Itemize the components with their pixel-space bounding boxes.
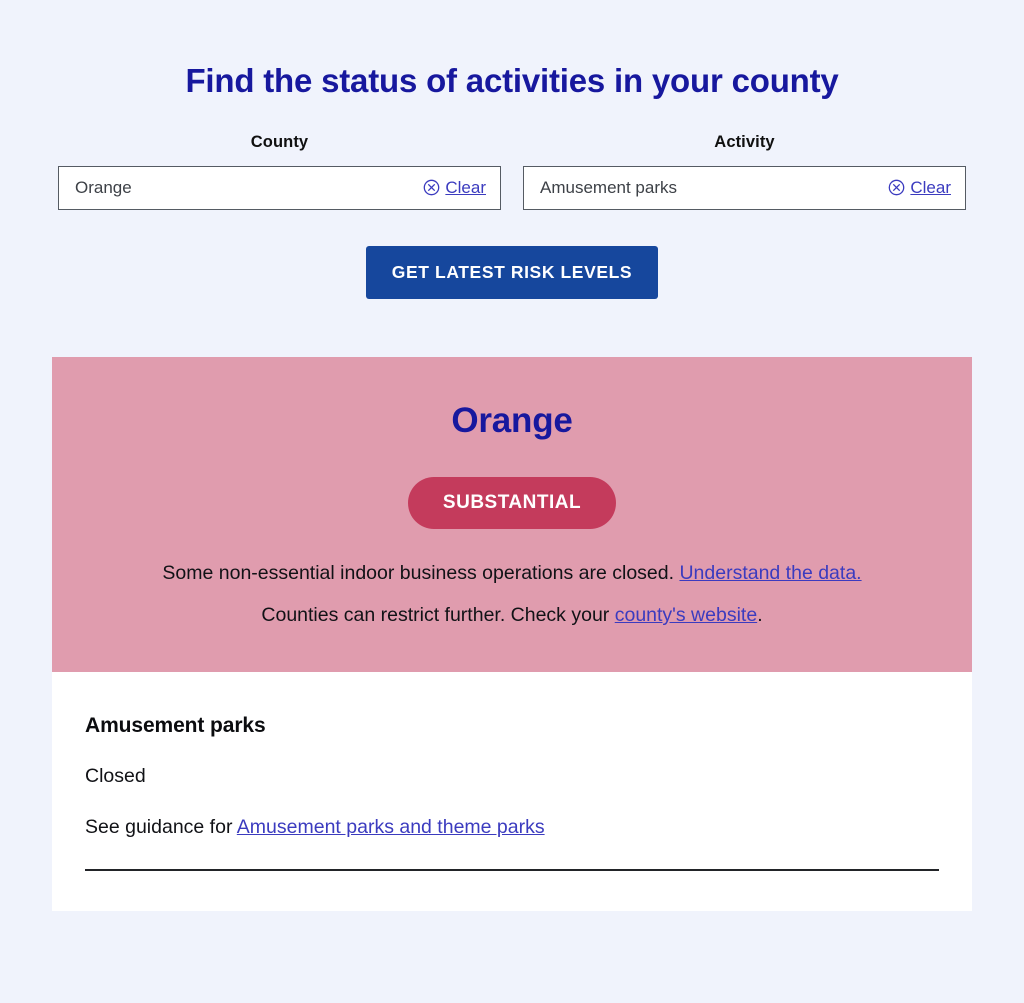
page-title: Find the status of activities in your co… xyxy=(185,62,839,99)
circle-x-icon xyxy=(888,179,905,196)
risk-statement-text: Some non-essential indoor business opera… xyxy=(162,561,675,584)
activity-clear-label[interactable]: Clear xyxy=(910,178,951,198)
get-latest-risk-levels-button[interactable]: GET LATEST RISK LEVELS xyxy=(365,245,659,299)
activity-detail-panel: Amusement parks Closed See guidance for … xyxy=(52,672,972,912)
county-website-link[interactable]: county's website xyxy=(615,604,757,626)
page-root: Find the status of activities in your co… xyxy=(0,0,1024,1003)
county-combobox[interactable]: Orange Clear xyxy=(58,165,501,210)
activity-guidance-link[interactable]: Amusement parks and theme parks xyxy=(237,816,545,838)
understand-the-data-link[interactable]: Understand the data. xyxy=(679,562,861,584)
county-clear-button[interactable]: Clear xyxy=(423,178,486,198)
activity-clear-button[interactable]: Clear xyxy=(888,178,951,198)
risk-level-badge: SUBSTANTIAL xyxy=(407,476,617,529)
activity-guidance-line: See guidance for Amusement parks and the… xyxy=(85,816,939,839)
activity-detail-status: Closed xyxy=(85,765,146,788)
submit-row: GET LATEST RISK LEVELS xyxy=(0,245,1024,299)
county-field-group: County Orange Clear xyxy=(58,133,501,210)
county-input-value[interactable]: Orange xyxy=(75,178,423,198)
activity-combobox[interactable]: Amusement parks Clear xyxy=(523,165,966,210)
activity-input-value[interactable]: Amusement parks xyxy=(540,178,888,198)
search-form: County Orange Clear Activity Amusement p… xyxy=(0,133,1024,210)
risk-statement: Some non-essential indoor business opera… xyxy=(82,558,942,588)
result-county-name: Orange xyxy=(451,400,573,440)
activity-label: Activity xyxy=(714,132,775,151)
activity-guidance-prefix: See guidance for xyxy=(85,816,237,839)
activity-detail-title: Amusement parks xyxy=(85,714,266,738)
activity-field-group: Activity Amusement parks Clear xyxy=(523,133,966,210)
restriction-suffix-text: . xyxy=(757,604,763,627)
circle-x-icon xyxy=(423,179,440,196)
result-card: Orange SUBSTANTIAL Some non-essential in… xyxy=(52,356,972,912)
county-label: County xyxy=(250,132,309,151)
county-clear-label[interactable]: Clear xyxy=(445,178,486,198)
risk-restriction-note: Counties can restrict further. Check you… xyxy=(82,600,942,630)
activity-panel-footer-space xyxy=(85,871,939,911)
restriction-prefix-text: Counties can restrict further. Check you… xyxy=(261,604,615,627)
risk-level-panel: Orange SUBSTANTIAL Some non-essential in… xyxy=(52,356,972,673)
